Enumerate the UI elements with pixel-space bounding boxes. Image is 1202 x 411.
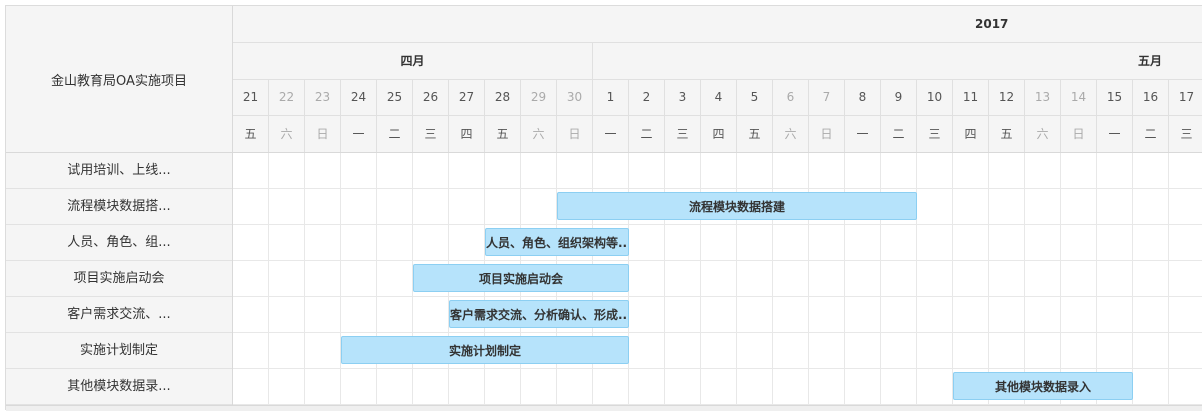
year-row: 2017	[233, 6, 1202, 43]
gantt-row	[233, 297, 1202, 333]
task-label[interactable]: 试用培训、上线...	[6, 153, 232, 189]
day-number: 5	[737, 80, 773, 115]
year-label: 2017	[975, 17, 1009, 31]
weekday-label: 五	[485, 116, 521, 152]
gantt-grid: 流程模块数据搭建人员、角色、组织架构等... 项目实施启动会客户需求交流、分析确认…	[233, 153, 1202, 405]
task-label[interactable]: 客户需求交流、...	[6, 297, 232, 333]
gantt-chart: 金山教育局OA实施项目 2017 四月 五月 21 22 23 24 25 26 27 28 2…	[5, 5, 1202, 411]
day-number: 16	[1133, 80, 1169, 115]
task-label[interactable]: 其他模块数据录...	[6, 369, 232, 405]
task-bar[interactable]: 其他模块数据录入	[953, 372, 1133, 400]
weekday-label: 日	[809, 116, 845, 152]
weekday-label: 三	[1169, 116, 1202, 152]
weekday-label: 日	[557, 116, 593, 152]
day-number: 22	[269, 80, 305, 115]
weekday-label: 五	[989, 116, 1025, 152]
task-list: 试用培训、上线... 流程模块数据搭... 人员、角色、组... 项目实施启动会 客户需…	[6, 153, 233, 405]
gantt-row	[233, 225, 1202, 261]
task-bar[interactable]: 客户需求交流、分析确认、形成...	[449, 300, 629, 328]
weekday-label: 一	[1097, 116, 1133, 152]
task-bar[interactable]: 实施计划制定	[341, 336, 629, 364]
month-may-label: 五月	[1138, 54, 1163, 68]
task-bar[interactable]: 项目实施启动会	[413, 264, 629, 292]
day-number: 10	[917, 80, 953, 115]
day-number: 13	[1025, 80, 1061, 115]
day-number: 14	[1061, 80, 1097, 115]
day-number: 28	[485, 80, 521, 115]
month-may: 五月	[593, 43, 1202, 79]
project-title-text: 金山教育局OA实施项目	[51, 73, 187, 89]
day-number: 26	[413, 80, 449, 115]
day-number: 12	[989, 80, 1025, 115]
day-number: 29	[521, 80, 557, 115]
day-number: 4	[701, 80, 737, 115]
task-bar[interactable]: 流程模块数据搭建	[557, 192, 917, 220]
weekday-label: 三	[413, 116, 449, 152]
task-label[interactable]: 流程模块数据搭...	[6, 189, 232, 225]
weekday-label: 一	[341, 116, 377, 152]
weekday-label: 五	[233, 116, 269, 152]
timeline-header: 2017 四月 五月 21 22 23 24 25 26 27 28 29 30 1 2 3 4 5 6 7 8 9…	[233, 6, 1202, 153]
project-title: 金山教育局OA实施项目	[6, 6, 233, 153]
weekday-label: 三	[917, 116, 953, 152]
weekday-label: 日	[1061, 116, 1097, 152]
weekday-label: 五	[737, 116, 773, 152]
month-row: 四月 五月	[233, 43, 1202, 80]
month-april: 四月	[233, 43, 593, 79]
task-label[interactable]: 项目实施启动会	[6, 261, 232, 297]
day-number: 27	[449, 80, 485, 115]
weekday-label: 日	[305, 116, 341, 152]
day-number: 15	[1097, 80, 1133, 115]
gantt-row	[233, 153, 1202, 189]
day-number: 7	[809, 80, 845, 115]
weekday-label: 三	[665, 116, 701, 152]
day-number: 11	[953, 80, 989, 115]
weekday-label: 一	[593, 116, 629, 152]
gantt-row	[233, 261, 1202, 297]
weekday-label: 六	[773, 116, 809, 152]
day-number: 6	[773, 80, 809, 115]
day-row: 21 22 23 24 25 26 27 28 29 30 1 2 3 4 5 6 7 8 9 10 11 12 13 14 1…	[233, 80, 1202, 116]
day-number: 1	[593, 80, 629, 115]
weekday-row: 五六日一二三四五六日一二三四五六日一二三四五六日一二三	[233, 116, 1202, 152]
day-number: 17	[1169, 80, 1202, 115]
day-number: 21	[233, 80, 269, 115]
task-label[interactable]: 人员、角色、组...	[6, 225, 232, 261]
horizontal-scrollbar[interactable]	[6, 405, 1202, 411]
weekday-label: 六	[269, 116, 305, 152]
day-number: 30	[557, 80, 593, 115]
day-number: 2	[629, 80, 665, 115]
weekday-label: 六	[1025, 116, 1061, 152]
weekday-label: 二	[377, 116, 413, 152]
weekday-label: 二	[1133, 116, 1169, 152]
day-number: 9	[881, 80, 917, 115]
day-number: 23	[305, 80, 341, 115]
task-bar[interactable]: 人员、角色、组织架构等...	[485, 228, 629, 256]
task-label[interactable]: 实施计划制定	[6, 333, 232, 369]
weekday-label: 一	[845, 116, 881, 152]
day-number: 25	[377, 80, 413, 115]
weekday-label: 四	[953, 116, 989, 152]
day-number: 24	[341, 80, 377, 115]
weekday-label: 四	[449, 116, 485, 152]
month-april-label: 四月	[400, 54, 425, 68]
weekday-label: 二	[881, 116, 917, 152]
weekday-label: 六	[521, 116, 557, 152]
day-number: 8	[845, 80, 881, 115]
weekday-label: 二	[629, 116, 665, 152]
day-number: 3	[665, 80, 701, 115]
weekday-label: 四	[701, 116, 737, 152]
